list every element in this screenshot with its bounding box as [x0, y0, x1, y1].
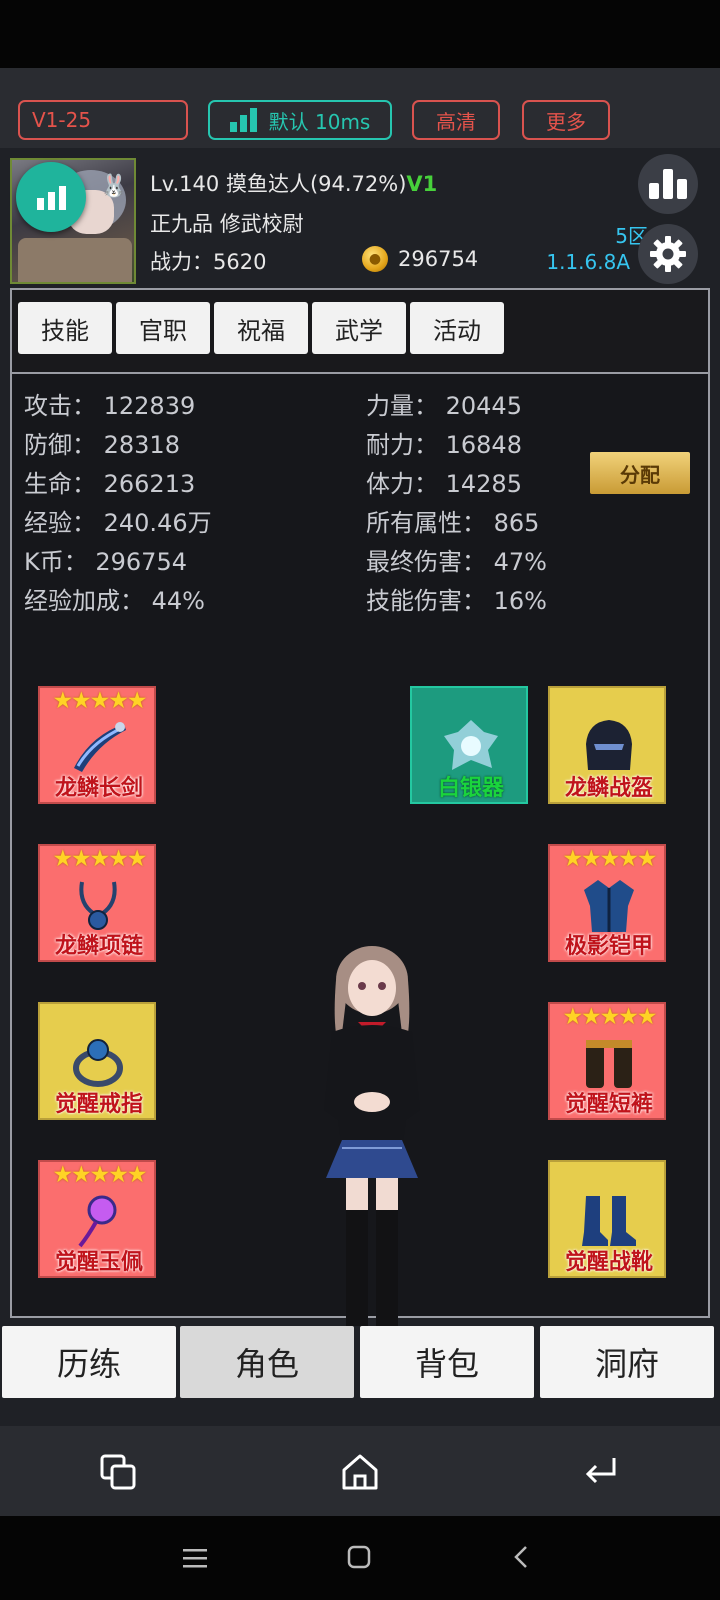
settings-button[interactable] — [638, 224, 698, 284]
stat-attack: 攻击： 122839 — [24, 392, 196, 420]
ranking-button[interactable] — [638, 154, 698, 214]
player-power-line: 战力：5620 — [150, 246, 266, 276]
equip-slot-pendant[interactable]: ★★★★★ 觉醒玉佩 — [38, 1160, 156, 1278]
boots-icon — [582, 1196, 636, 1246]
player-rank-line: 正九品 修武校尉 — [150, 208, 304, 238]
player-level: Lv.140 — [150, 172, 220, 196]
jade-pendant-icon — [78, 1195, 117, 1248]
tab-blessing[interactable]: 祝福 — [214, 302, 308, 354]
stat-defense: 防御： 28318 — [24, 431, 180, 459]
equip-slot-armor[interactable]: ★★★★★ 极影铠甲 — [548, 844, 666, 962]
tab-training[interactable]: 历练 — [2, 1326, 176, 1398]
tab-martial-arts[interactable]: 武学 — [312, 302, 406, 354]
gear-icon — [650, 236, 686, 272]
star-rating: ★★★★★ — [52, 846, 147, 872]
player-header: 🐰 Lv.140 摸鱼达人(94.72%)V1 正九品 修武校尉 战力：5620… — [8, 154, 712, 284]
equip-name: 觉醒戒指 — [54, 1092, 143, 1117]
player-exp-percent: (94.72%) — [309, 172, 407, 196]
gold-coin-icon: ● — [362, 246, 388, 272]
star-rating: ★★★★★ — [562, 1004, 657, 1030]
equip-slot-necklace[interactable]: ★★★★★ 龙鳞项链 — [38, 844, 156, 962]
stat-all-attributes: 所有属性： 865 — [366, 509, 540, 537]
network-latency-label: 默认 10ms — [268, 109, 371, 134]
bottom-tab-bar: 历练 角色 背包 洞府 — [0, 1326, 720, 1400]
silver-artifact-icon — [444, 720, 498, 770]
gold-display: ● 296754 — [362, 246, 478, 272]
necklace-icon — [79, 881, 117, 930]
gold-value: 296754 — [398, 247, 479, 271]
stat-final-damage: 最终伤害： 47% — [366, 548, 547, 576]
quality-level-button[interactable]: V1-25 — [18, 100, 188, 140]
home-icon[interactable] — [338, 1450, 382, 1494]
tab-official-rank[interactable]: 官职 — [116, 302, 210, 354]
rabbit-icon: 🐰 — [100, 174, 128, 199]
system-home-icon[interactable] — [344, 1542, 374, 1572]
stat-exp-bonus: 经验加成： 44% — [24, 587, 205, 615]
back-icon[interactable] — [506, 1542, 536, 1572]
stat-kcoin: K币： 296754 — [24, 548, 187, 576]
equip-name: 觉醒战靴 — [564, 1250, 653, 1275]
signal-bars-icon — [229, 108, 257, 132]
hd-button[interactable]: 高清 — [412, 100, 500, 140]
tab-cave-dwelling[interactable]: 洞府 — [540, 1326, 714, 1398]
more-button-label: 更多 — [546, 109, 586, 134]
equip-name: 觉醒短裤 — [564, 1092, 653, 1117]
floating-stats-button[interactable] — [16, 162, 86, 232]
tab-skills[interactable]: 技能 — [18, 302, 112, 354]
equip-name: 龙鳞战盔 — [564, 776, 653, 801]
star-rating: ★★★★★ — [52, 1162, 147, 1188]
tab-character[interactable]: 角色 — [180, 1326, 354, 1398]
stat-skill-damage: 技能伤害： 16% — [366, 587, 547, 615]
recent-apps-icon[interactable] — [180, 1544, 210, 1572]
tab-activities[interactable]: 活动 — [410, 302, 504, 354]
character-panel: 技能 官职 祝福 武学 活动 攻击： 122839 防御： 28318 生命： … — [10, 288, 710, 1400]
equip-slot-ring[interactable]: 觉醒戒指 — [38, 1002, 156, 1120]
equip-slot-pants[interactable]: ★★★★★ 觉醒短裤 — [548, 1002, 666, 1120]
copy-icon[interactable] — [96, 1450, 140, 1494]
stat-exp: 经验： 240.46万 — [24, 509, 212, 537]
player-name: 摸鱼达人 — [225, 172, 310, 196]
stat-endurance: 耐力： 16848 — [366, 431, 522, 459]
player-rank: 正九品 — [150, 212, 213, 236]
stat-strength: 力量： 20445 — [366, 392, 522, 420]
equip-name: 龙鳞项链 — [54, 934, 143, 959]
game-screen: 🐰 Lv.140 摸鱼达人(94.72%)V1 正九品 修武校尉 战力：5620… — [0, 148, 720, 1426]
quality-level-label: V1-25 — [32, 108, 92, 132]
equip-name: 觉醒玉佩 — [54, 1250, 143, 1275]
allocate-points-button[interactable]: 分配 — [590, 452, 690, 494]
equip-slot-helmet[interactable]: 龙鳞战盔 — [548, 686, 666, 804]
armor-icon — [584, 880, 634, 932]
game-version: 1.1.6.8A — [546, 250, 630, 274]
return-icon[interactable] — [578, 1450, 622, 1494]
network-latency-button[interactable]: 默认 10ms — [208, 100, 392, 140]
pants-icon — [586, 1040, 632, 1088]
more-button[interactable]: 更多 — [522, 100, 610, 140]
power-value: 5620 — [213, 250, 267, 274]
player-level-line: Lv.140 摸鱼达人(94.72%)V1 — [150, 168, 437, 198]
equip-slot-sword[interactable]: ★★★★★ 龙鳞长剑 — [38, 686, 156, 804]
power-label: 战力： — [150, 250, 213, 274]
star-rating: ★★★★★ — [562, 846, 657, 872]
stream-toolbar: V1-25 默认 10ms 高清 更多 — [0, 68, 720, 148]
equip-name: 龙鳞长剑 — [54, 776, 143, 801]
equip-slot-artifact[interactable]: 白银器 — [410, 686, 528, 804]
bar-chart-icon — [649, 169, 687, 199]
ring-icon — [73, 1039, 123, 1087]
status-bar — [0, 0, 720, 68]
tab-backpack[interactable]: 背包 — [360, 1326, 534, 1398]
app-nav-bar — [0, 1426, 720, 1516]
equip-name: 白银器 — [437, 776, 504, 801]
star-rating: ★★★★★ — [52, 688, 147, 714]
equip-name: 极影铠甲 — [564, 934, 653, 959]
sword-icon — [74, 722, 126, 772]
helmet-icon — [586, 720, 632, 770]
equip-slot-boots[interactable]: 觉醒战靴 — [548, 1160, 666, 1278]
player-title: 修武校尉 — [219, 212, 304, 236]
stat-stamina: 体力： 14285 — [366, 470, 522, 498]
hd-button-label: 高清 — [436, 109, 476, 134]
function-tabs: 技能 官职 祝福 武学 活动 — [12, 290, 708, 374]
stat-life: 生命： 266213 — [24, 470, 196, 498]
vip-badge: V1 — [406, 172, 438, 196]
system-nav-bar — [0, 1516, 720, 1600]
